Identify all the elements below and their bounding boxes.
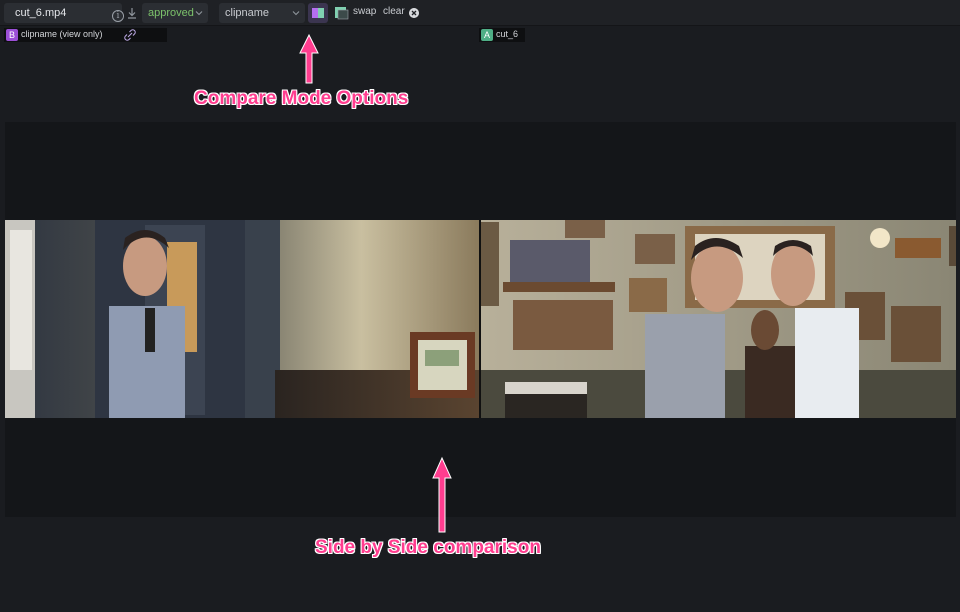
file-name: cut_6.mp4: [15, 7, 67, 19]
clear-button[interactable]: clear: [383, 6, 405, 17]
chevron-down-icon: [195, 11, 203, 16]
clip-a-label: cut_6: [496, 29, 519, 39]
info-icon[interactable]: i: [112, 10, 124, 22]
compare-clip-label: clipname: [225, 7, 270, 19]
top-toolbar: cut_6.mp4 i approved clipname swap clear: [0, 0, 960, 26]
overlay-icon[interactable]: [332, 4, 350, 22]
swap-button[interactable]: swap: [353, 6, 376, 17]
status-dropdown[interactable]: approved: [142, 3, 208, 23]
link-icon[interactable]: [124, 29, 136, 41]
arrow-up-icon: [299, 33, 319, 84]
side-by-side-frame: [5, 220, 956, 418]
download-icon[interactable]: [124, 5, 140, 21]
side-by-side-mode-button[interactable]: [308, 3, 328, 23]
clip-b-label: clipname (view only): [21, 29, 103, 39]
clip-a-badge: A: [481, 29, 493, 41]
clip-label-row: B clipname (view only) A cut_6: [0, 27, 960, 43]
arrow-up-icon: [432, 456, 452, 533]
clip-b-tag: B clipname (view only): [4, 28, 167, 42]
video-viewer[interactable]: [5, 122, 956, 517]
status-label: approved: [148, 7, 194, 19]
compare-clip-dropdown[interactable]: clipname: [219, 3, 305, 23]
clip-a-tag: A cut_6: [479, 28, 525, 42]
chevron-down-icon: [292, 11, 300, 16]
compare-mode-annotation: Compare Mode Options: [194, 88, 409, 109]
video-frame-image: [5, 220, 956, 418]
side-by-side-annotation: Side by Side comparison: [315, 537, 541, 558]
clip-b-badge: B: [6, 29, 18, 41]
file-name-field[interactable]: cut_6.mp4 i: [4, 3, 124, 23]
clear-x-icon[interactable]: [409, 8, 419, 18]
side-by-side-icon: [312, 8, 324, 18]
